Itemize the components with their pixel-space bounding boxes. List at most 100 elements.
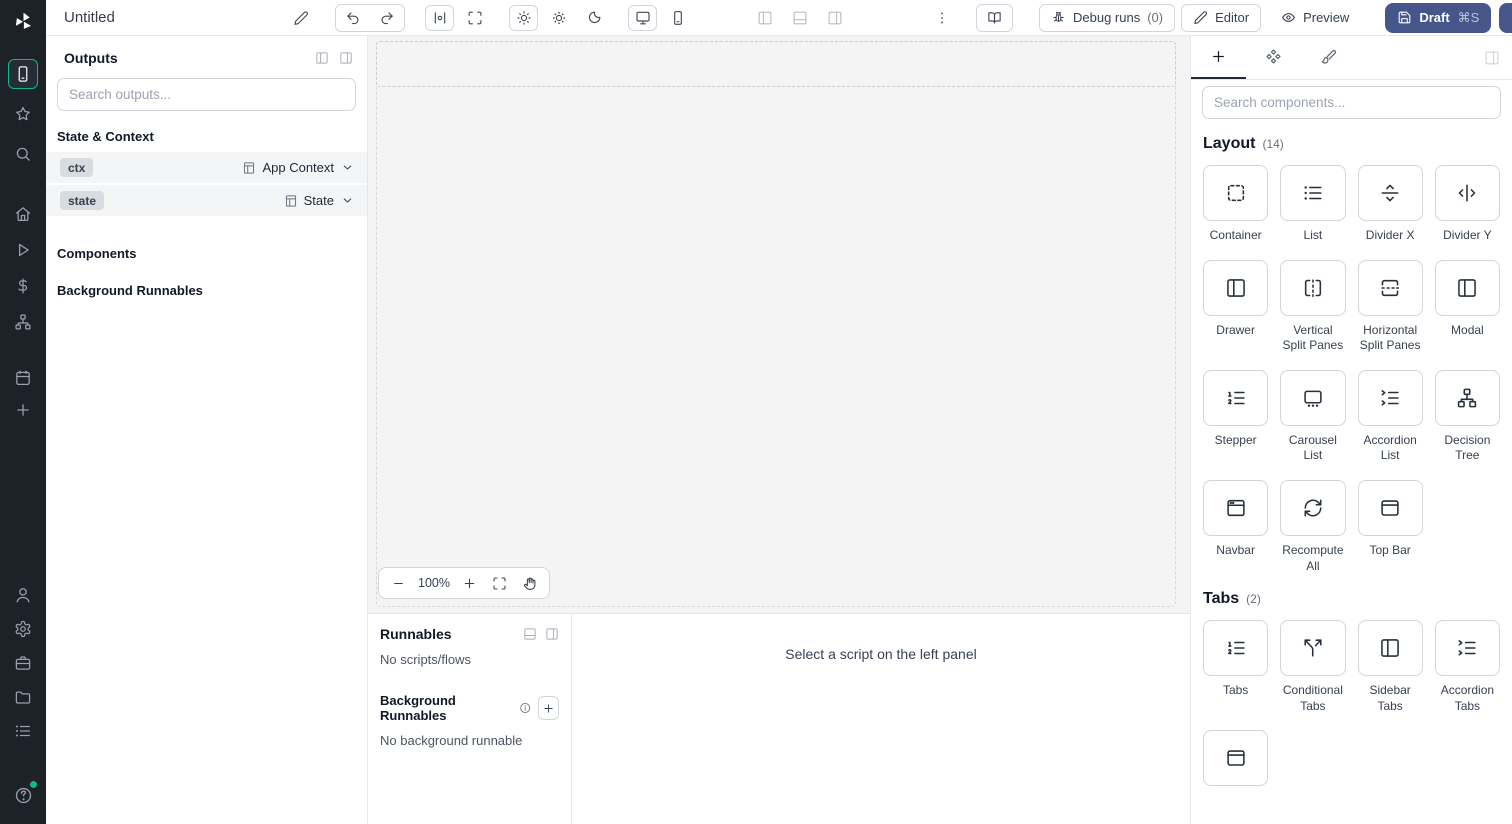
toggle-left-panel-button[interactable] [750,5,779,31]
component-card-accordion-tabs: Accordion Tabs [1434,620,1500,714]
component-card-button[interactable] [1280,259,1346,316]
component-card-button[interactable] [1203,479,1269,536]
component-card-button[interactable] [1280,165,1346,221]
rail-item-plus[interactable] [8,395,38,425]
docs-button[interactable] [976,3,1013,32]
fit-view-button[interactable] [486,570,514,596]
toggle-bottom-panel-button[interactable] [785,5,814,31]
tab-styling[interactable] [1301,36,1356,79]
background-runnables-title: Background Runnables [380,693,456,723]
theme-dark-button[interactable] [579,5,608,31]
zoom-out-button[interactable] [384,570,412,596]
modal-window-icon [1456,277,1478,299]
rail-item-briefcase[interactable] [8,648,38,678]
component-card-button[interactable] [1280,479,1346,536]
toggle-right-panel-button[interactable] [820,5,849,31]
pencil-icon [1193,10,1208,25]
panel-bottom-icon[interactable] [523,627,537,641]
rail-item-user[interactable] [8,580,38,610]
rail-item-list[interactable] [8,716,38,746]
component-card-button[interactable] [1434,259,1500,316]
component-card-label: Carousel List [1288,432,1337,463]
deploy-button[interactable]: Deploy [1499,2,1512,33]
component-card-button[interactable] [1357,165,1423,221]
component-card-button[interactable] [1203,369,1269,426]
tab-component-settings[interactable] [1246,36,1301,79]
redo-button[interactable] [370,5,404,31]
fullscreen-button[interactable] [460,5,489,31]
more-menu-button[interactable] [927,5,956,31]
rail-item-calendar[interactable] [8,363,38,393]
component-card-container: Container [1203,165,1269,244]
rail-item-gear[interactable] [8,614,38,644]
component-card-button[interactable] [1357,479,1423,536]
component-card-button[interactable] [1203,620,1269,677]
divider-vertical-icon [1456,182,1478,204]
component-sections: Layout (14) Container List Divider X Divider … [1191,119,1512,824]
tab-insert-component[interactable] [1191,36,1246,79]
save-icon [1397,10,1412,25]
component-card-label: Sidebar Tabs [1369,683,1411,713]
component-card-button[interactable] [1357,369,1423,426]
component-card-button[interactable] [1280,620,1346,677]
rail-item-search[interactable] [8,139,38,169]
mobile-view-button[interactable] [663,5,692,31]
user-icon [14,586,32,604]
component-card-decision-tree: Decision Tree [1434,369,1500,464]
home-icon [14,205,32,223]
select-script-hint: Select a script on the left panel [785,646,977,662]
info-icon [519,701,531,715]
component-card-button[interactable] [1434,165,1500,221]
rail-item-nodes[interactable] [8,307,38,337]
rail-item-help[interactable] [8,780,38,810]
zoom-level: 100% [418,576,450,590]
theme-auto-button[interactable] [509,4,538,31]
component-card-label: Drawer [1216,322,1255,337]
rail-item-star[interactable] [8,99,38,129]
moon-icon [586,10,602,26]
state-row[interactable]: state State [46,185,367,216]
preview-button[interactable]: Preview [1269,3,1362,32]
collapse-panel-icon[interactable] [1484,50,1500,66]
component-card-button[interactable] [1357,259,1423,316]
panel-right-icon[interactable] [339,51,353,65]
outputs-search-input[interactable] [57,78,356,111]
component-card-button[interactable] [1203,259,1269,316]
components-panel: Layout (14) Container List Divider X Divider … [1190,36,1512,824]
component-card-button[interactable] [1357,620,1423,677]
component-card-button[interactable] [1203,165,1269,221]
ctx-row[interactable]: ctx App Context [46,152,367,183]
components-search-input[interactable] [1202,86,1501,119]
desktop-view-button[interactable] [628,4,657,31]
editor-button[interactable]: Editor [1181,3,1262,32]
editor-label: Editor [1215,10,1250,25]
component-card-button[interactable] [1434,620,1500,677]
sun-icon [516,10,532,26]
canvas-width-button[interactable] [425,4,454,31]
app-canvas[interactable]: 100% [368,36,1190,614]
panel-right-icon[interactable] [545,627,559,641]
component-card-button[interactable] [1203,730,1269,787]
rail-item-folder[interactable] [8,682,38,712]
rail-item-play[interactable] [8,235,38,265]
window-navbar-icon [1225,497,1247,519]
rail-item-home[interactable] [8,199,38,229]
runnables-panel: Runnables No scripts/flows Background Ru… [368,614,572,824]
outputs-title: Outputs [64,50,118,66]
rail-item-smartphone[interactable] [8,59,38,89]
draft-button[interactable]: Draft ⌘S [1385,2,1492,33]
component-card-label: Stepper [1214,432,1257,447]
panel-left-icon[interactable] [315,51,329,65]
windmill-logo[interactable] [12,10,35,33]
component-card-button[interactable] [1434,369,1500,426]
component-card-label: Accordion List [1363,432,1417,463]
rename-app-button[interactable] [286,5,315,31]
add-background-runnable-button[interactable] [537,696,559,720]
pan-button[interactable] [516,570,544,596]
undo-button[interactable] [336,5,370,31]
debug-runs-button[interactable]: Debug runs (0) [1039,3,1176,32]
component-card-button[interactable] [1280,369,1346,426]
zoom-in-button[interactable] [456,570,484,596]
rail-item-dollar-sign[interactable] [8,271,38,301]
theme-light-button[interactable] [544,5,573,31]
